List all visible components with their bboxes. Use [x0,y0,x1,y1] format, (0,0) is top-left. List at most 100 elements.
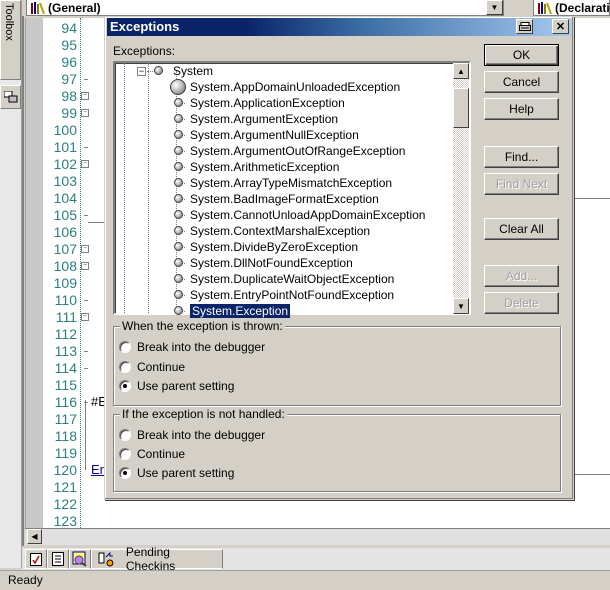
procedure-combo-value: (Declarations [555,0,610,15]
exception-node-icon [174,290,183,299]
collapse-icon[interactable]: − [81,160,89,168]
toolbox-tab[interactable]: Toolbox [0,0,21,80]
tree-item[interactable]: System.BadImageFormatException [190,191,379,207]
object-combo-dropdown-button[interactable]: ▼ [486,0,503,15]
tree-item[interactable]: System.ArgumentNullException [190,127,359,143]
unhandled-break-option[interactable]: Break into the debugger [119,427,265,443]
close-button[interactable]: ✕ [552,19,569,34]
exception-node-icon [174,242,183,251]
line-number: 113 [54,343,77,359]
find-label: Find... [504,150,539,164]
radio-button[interactable] [119,429,131,441]
radio-button[interactable] [119,341,131,353]
tree-item[interactable]: System.EntryPointNotFoundException [190,287,394,303]
option-label: Continue [137,447,186,461]
line-number: 99 [61,105,77,121]
tree-item-label: System.ApplicationException [190,96,345,110]
tree-item[interactable]: System.ArgumentOutOfRangeException [190,143,405,159]
tree-item[interactable]: System.ArrayTypeMismatchException [190,175,392,191]
radio-button-checked[interactable] [119,380,131,392]
tree-item-label: System.ArrayTypeMismatchException [190,176,393,190]
tree-item[interactable]: System.AppDomainUnloadedException [190,79,400,95]
procedure-separator [574,474,610,475]
collapse-icon[interactable]: − [81,92,89,100]
pending-checkins-tab[interactable]: Pending Checkins [91,545,223,573]
collapse-icon[interactable]: − [81,109,89,117]
radio-button[interactable] [119,361,131,373]
task-list-tab[interactable] [25,549,47,569]
pending-checkins-label: Pending Checkins [125,545,176,573]
tree-item[interactable]: System.ArithmeticException [190,159,339,175]
thrown-break-option[interactable]: Break into the debugger [119,339,265,355]
exception-node-icon [174,210,183,219]
print-button[interactable] [516,19,533,34]
line-number: 105 [53,207,77,223]
thrown-parent-option[interactable]: Use parent setting [119,378,234,394]
find-button[interactable]: Find... [484,146,559,168]
clear-all-button[interactable]: Clear All [484,218,559,240]
outline-tick [84,351,88,352]
tree-item[interactable]: System.ContextMarshalException [190,223,370,239]
tree-item-label: System.BadImageFormatException [190,192,379,206]
delete-button[interactable]: Delete [484,292,559,314]
help-label: Help [509,102,534,116]
chevron-down-icon: ▼ [490,3,499,12]
line-number: 101 [53,139,77,155]
tree-guide-line [148,63,149,313]
collapse-icon[interactable]: − [81,245,89,253]
unhandled-parent-option[interactable]: Use parent setting [119,465,234,481]
find-results-tab[interactable] [69,549,91,569]
collapse-icon[interactable]: − [81,262,89,270]
collapse-icon[interactable]: − [81,313,89,321]
pending-checkins-icon [98,551,114,567]
horizontal-scrollbar[interactable] [25,528,610,545]
procedure-combo[interactable]: (Declarations [533,0,610,16]
add-button[interactable]: Add... [484,265,559,287]
collapse-icon[interactable]: − [137,67,146,76]
tree-item[interactable]: System.ApplicationException [190,95,345,111]
tree-guide-line [147,71,153,72]
line-number: 122 [53,496,77,512]
help-button[interactable]: Help [484,98,559,120]
status-bar [0,570,610,590]
exception-node-icon [174,130,183,139]
scroll-thumb[interactable] [453,88,469,128]
exception-node-icon [174,306,183,315]
tree-item-label: System.DuplicateWaitObjectException [190,272,395,286]
tree-item[interactable]: System.CannotUnloadAppDomainException [190,207,425,223]
scroll-up-button[interactable]: ▲ [453,63,469,79]
tree-item[interactable]: System.DuplicateWaitObjectException [190,271,394,287]
tree-item-root[interactable]: System [173,63,213,79]
find-next-button[interactable]: Find Next [484,173,559,195]
output-tab[interactable] [47,549,69,569]
server-explorer-tab[interactable] [0,85,21,109]
chevron-up-icon: ▲ [457,66,465,76]
line-number: 114 [54,360,77,376]
tree-guide-line [124,63,125,313]
cancel-button[interactable]: Cancel [484,71,559,93]
ok-button[interactable]: OK [484,44,559,66]
tree-item[interactable]: System.ArgumentException [190,111,338,127]
ok-label: OK [512,48,531,62]
exception-node-icon [174,258,183,267]
unhandled-continue-option[interactable]: Continue [119,446,185,462]
line-number: 111 [55,309,77,325]
find-results-icon [72,551,87,567]
close-icon: ✕ [555,21,566,33]
tree-item[interactable]: System.Exception [190,303,291,319]
radio-button[interactable] [119,448,131,460]
tree-item-label: System.ContextMarshalException [190,224,371,238]
scroll-down-button[interactable]: ▼ [453,298,469,314]
outline-tick [84,215,88,216]
line-number: 107 [53,241,77,257]
object-combo[interactable]: (General) [26,0,504,16]
tree-item-label: System.DllNotFoundException [190,256,353,270]
scroll-left-button[interactable]: ◀ [27,529,42,544]
exception-node-icon [170,79,186,95]
tree-item[interactable]: System.DivideByZeroException [190,239,358,255]
exception-node-icon [174,98,183,107]
radio-button-checked[interactable] [119,467,131,479]
thrown-continue-option[interactable]: Continue [119,359,185,375]
tree-item-label: System.ArgumentNullException [190,128,359,142]
tree-item[interactable]: System.DllNotFoundException [190,255,353,271]
